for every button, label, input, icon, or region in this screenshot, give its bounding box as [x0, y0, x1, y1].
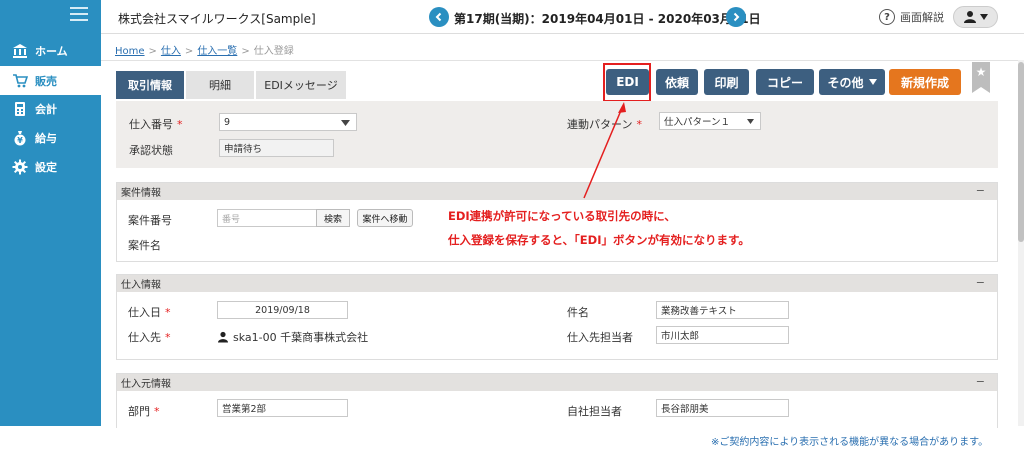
- sidebar-item-payroll[interactable]: ¥ 給与: [0, 123, 101, 152]
- case-name-label: 案件名: [128, 239, 161, 252]
- purchase-date-input[interactable]: 2019/09/18: [217, 301, 348, 319]
- purchase-info-title: 仕入情報: [121, 280, 161, 291]
- purchase-date-label: 仕入日 *: [128, 306, 171, 319]
- sidebar-item-label: 給与: [35, 131, 57, 145]
- app-window: ホーム 販売 会計 ¥ 給与 設定 株式会社スマイルワークス[Sample] 第…: [0, 0, 1024, 450]
- staff-input[interactable]: 長谷部朋美: [656, 399, 789, 417]
- print-button[interactable]: 印刷: [704, 69, 749, 95]
- approval-status-field: 申請待ち: [219, 139, 334, 157]
- origin-info-title: 仕入元情報: [121, 379, 171, 390]
- case-info-title: 案件情報: [121, 188, 161, 199]
- case-info-header: 案件情報 −: [117, 183, 997, 200]
- tab-details[interactable]: 明細: [186, 71, 254, 99]
- calculator-icon: [12, 101, 28, 117]
- breadcrumb-current: 仕入登録: [253, 46, 294, 57]
- breadcrumb-purchase-list[interactable]: 仕入一覧: [197, 46, 237, 57]
- case-number-label: 案件番号: [128, 214, 172, 227]
- header-info-panel: [116, 101, 998, 168]
- breadcrumb: Home > 仕入 > 仕入一覧 > 仕入登録: [115, 46, 294, 57]
- origin-info-header: 仕入元情報 −: [117, 374, 997, 391]
- request-button[interactable]: 依頼: [656, 69, 698, 95]
- staff-label: 自社担当者: [567, 405, 622, 418]
- annotation-line-1: EDI連携が許可になっている取引先の時に、: [448, 209, 676, 223]
- tab-edi-messages[interactable]: EDIメッセージ: [256, 71, 346, 99]
- collapse-icon[interactable]: −: [976, 375, 985, 388]
- bank-icon: [12, 43, 28, 59]
- breadcrumb-home[interactable]: Home: [115, 46, 145, 57]
- header: 株式会社スマイルワークス[Sample] 第17期(当期)：2019年04月01…: [101, 0, 1024, 34]
- sidebar-item-accounting[interactable]: 会計: [0, 94, 101, 123]
- svg-text:¥: ¥: [17, 136, 23, 145]
- next-period-button[interactable]: [726, 7, 746, 27]
- copy-button[interactable]: コピー: [756, 69, 814, 95]
- caret-down-icon: [980, 14, 988, 20]
- gear-icon: [12, 159, 28, 175]
- purchase-number-select[interactable]: 9: [219, 113, 357, 131]
- subject-input[interactable]: 業務改善テキスト: [656, 301, 789, 319]
- other-menu-button[interactable]: その他: [819, 69, 885, 95]
- star-icon: ★: [975, 65, 987, 79]
- question-icon: ?: [879, 9, 895, 25]
- annotation-line-2: 仕入登録を保存すると、「EDI」ボタンが有効になります。: [448, 233, 750, 247]
- user-icon: [964, 11, 976, 23]
- money-bag-icon: ¥: [12, 130, 28, 146]
- link-pattern-label: 連動パターン *: [567, 118, 642, 131]
- subject-label: 件名: [567, 306, 589, 319]
- cart-icon: [12, 73, 28, 89]
- sidebar-item-settings[interactable]: 設定: [0, 152, 101, 181]
- person-icon: [218, 331, 228, 343]
- previous-period-button[interactable]: [429, 7, 449, 27]
- breadcrumb-purchase[interactable]: 仕入: [161, 46, 181, 57]
- supplier-contact-input[interactable]: 市川太郎: [656, 326, 789, 344]
- new-create-button[interactable]: 新規作成: [889, 69, 961, 95]
- fiscal-period: 第17期(当期)：2019年04月01日 - 2020年03月31日: [454, 12, 761, 26]
- sidebar-item-home[interactable]: ホーム: [0, 36, 101, 65]
- link-pattern-select[interactable]: 仕入パターン１: [659, 112, 761, 130]
- caret-down-icon: [341, 120, 350, 126]
- supplier-value[interactable]: ska1-00 千葉商事株式会社: [217, 329, 368, 345]
- caret-down-icon: [747, 119, 754, 124]
- caret-down-icon: [868, 79, 877, 85]
- case-search-button[interactable]: 検索: [316, 209, 350, 227]
- divider: [101, 60, 1018, 61]
- menu-toggle-icon[interactable]: [70, 7, 88, 21]
- chevron-right-icon: [733, 12, 740, 22]
- purchase-number-label: 仕入番号 *: [129, 118, 183, 131]
- favorite-star-button[interactable]: ★: [972, 62, 990, 93]
- department-input[interactable]: 営業第2部: [217, 399, 348, 417]
- go-to-case-button[interactable]: 案件へ移動: [357, 209, 413, 227]
- sidebar-item-label: 販売: [35, 74, 57, 88]
- tab-transaction-info[interactable]: 取引情報: [116, 71, 184, 99]
- case-number-input[interactable]: 番号: [217, 209, 317, 227]
- chevron-left-icon: [435, 12, 442, 22]
- scrollbar-thumb[interactable]: [1018, 62, 1024, 242]
- help-label: 画面解説: [900, 11, 944, 24]
- supplier-label: 仕入先 *: [128, 331, 171, 344]
- supplier-contact-label: 仕入先担当者: [567, 331, 633, 344]
- footer-note: ※ご契約内容により表示される機能が異なる場合があります。: [711, 437, 989, 448]
- help-button[interactable]: ? 画面解説: [879, 9, 944, 25]
- edi-button[interactable]: EDI: [606, 69, 649, 95]
- company-name: 株式会社スマイルワークス[Sample]: [118, 12, 316, 26]
- department-label: 部門 *: [128, 405, 160, 418]
- sidebar-item-sales[interactable]: 販売: [0, 66, 101, 95]
- sidebar-item-label: ホーム: [35, 44, 68, 58]
- purchase-info-header: 仕入情報 −: [117, 275, 997, 292]
- user-menu-button[interactable]: [953, 6, 998, 28]
- collapse-icon[interactable]: −: [976, 276, 985, 289]
- sidebar-item-label: 設定: [35, 160, 57, 174]
- sidebar: ホーム 販売 会計 ¥ 給与 設定: [0, 0, 101, 426]
- sidebar-item-label: 会計: [35, 102, 57, 116]
- collapse-icon[interactable]: −: [976, 184, 985, 197]
- approval-status-label: 承認状態: [129, 144, 173, 157]
- other-menu-label: その他: [827, 75, 864, 90]
